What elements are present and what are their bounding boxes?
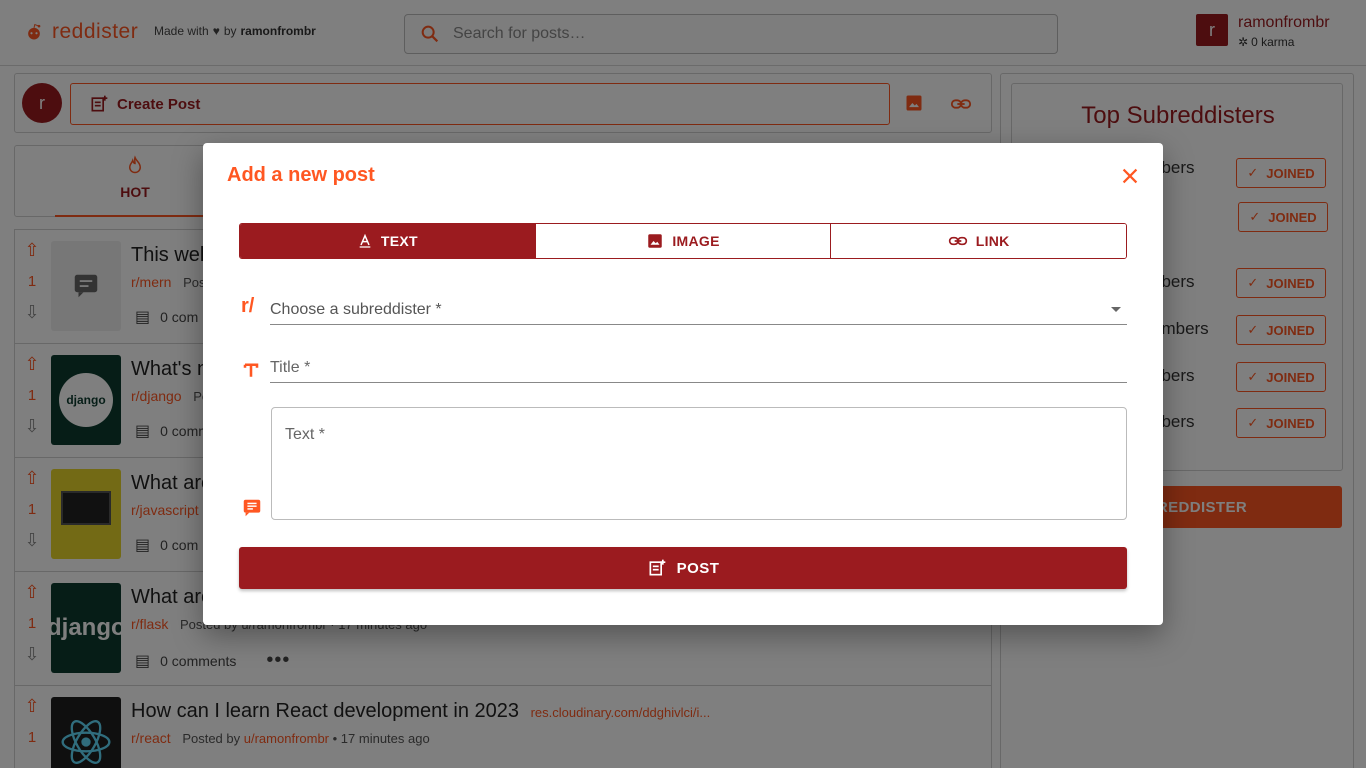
dialog-title: Add a new post (227, 164, 375, 186)
text-area[interactable]: Text * (271, 407, 1127, 520)
title-icon (243, 363, 259, 377)
dropdown-arrow-icon (1111, 307, 1121, 312)
text-area-label: Text * (285, 426, 326, 443)
tab-link[interactable]: LINK (831, 224, 1126, 258)
post-add-icon (649, 559, 665, 576)
link-icon (948, 236, 967, 246)
add-post-dialog: Add a new post TEXT IMAGE LINK r/ Choose… (203, 143, 1163, 625)
text-format-icon (359, 233, 371, 248)
subreddit-select-label: Choose a subreddister * (270, 300, 442, 318)
text-message-icon (243, 499, 261, 517)
post-submit-button[interactable]: POST (239, 547, 1127, 589)
close-icon[interactable] (1119, 165, 1141, 187)
title-input-label: Title * (270, 358, 311, 376)
subreddit-prefix: r/ (241, 295, 255, 317)
subreddit-select[interactable]: Choose a subreddister * (270, 295, 1127, 325)
image-icon (648, 234, 663, 248)
tab-text-label: TEXT (380, 233, 418, 249)
post-button-label: POST (676, 559, 720, 577)
tab-image-label: IMAGE (672, 233, 720, 249)
post-type-tabs: TEXT IMAGE LINK (239, 223, 1127, 259)
title-input[interactable]: Title * (270, 353, 1127, 383)
tab-text[interactable]: TEXT (240, 224, 536, 258)
tab-link-label: LINK (975, 233, 1010, 249)
tab-image[interactable]: IMAGE (535, 224, 832, 258)
